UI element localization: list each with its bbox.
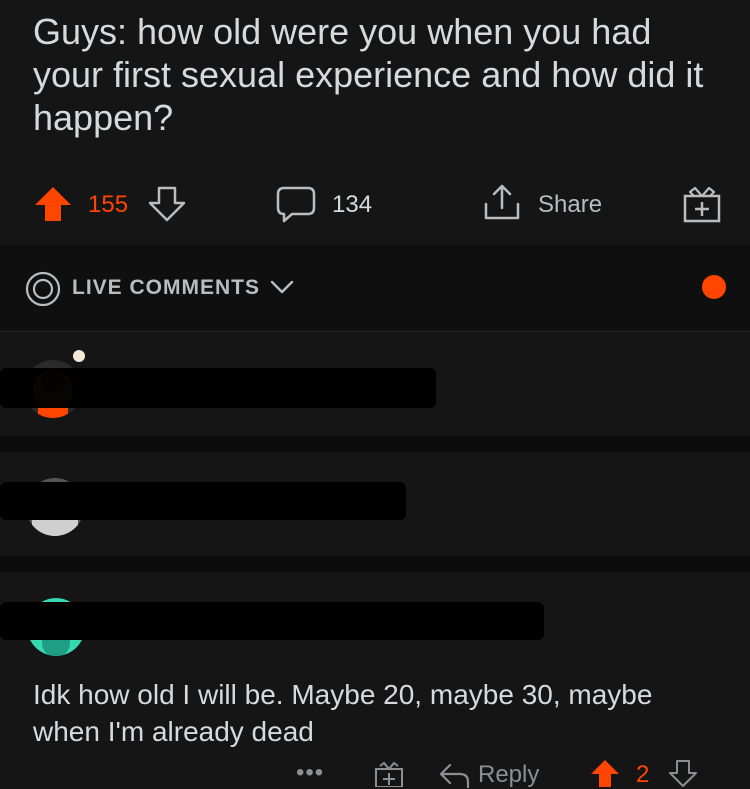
redacted-username: [0, 602, 544, 640]
upvote-count: 155: [88, 191, 129, 218]
chevron-down-icon[interactable]: [270, 279, 294, 295]
comment-upvote-button[interactable]: [590, 759, 620, 787]
comment-downvote-button[interactable]: [668, 759, 698, 787]
share-icon: [484, 184, 520, 220]
reply-arrow-icon: [439, 763, 470, 788]
live-icon: [25, 271, 61, 307]
comment-body: Idk how old I will be. Maybe 20, maybe 3…: [33, 679, 653, 747]
gift-award-icon: [683, 186, 721, 223]
gift-award-icon: [375, 761, 403, 787]
downvote-arrow-icon: [148, 186, 186, 222]
downvote-button[interactable]: [148, 186, 186, 222]
comment-item: [0, 452, 750, 556]
award-button[interactable]: [682, 184, 722, 224]
share-label[interactable]: Share: [538, 191, 602, 219]
comments-button[interactable]: [276, 186, 316, 224]
upvote-arrow-icon: [591, 760, 619, 787]
live-comments-label: LIVE COMMENTS: [72, 276, 261, 299]
share-button[interactable]: [482, 184, 522, 222]
upvote-arrow-icon: [35, 187, 71, 221]
comment-item: [0, 332, 750, 436]
comment-award-button[interactable]: [374, 761, 404, 787]
more-options-button[interactable]: •••: [296, 759, 324, 787]
upvote-button[interactable]: [34, 186, 72, 222]
redacted-username: [0, 482, 406, 520]
comment-separator: [0, 436, 750, 452]
post-title: Guys: how old were you when you had your…: [33, 11, 704, 138]
comment-actions-bar: ••• Reply 2: [0, 755, 750, 788]
live-indicator-dot: [702, 275, 726, 299]
comment-bubble-icon: [276, 186, 316, 223]
post-actions-bar: 155 134 Share: [0, 176, 750, 236]
comment-count: 134: [332, 191, 373, 218]
comment-separator: [0, 556, 750, 572]
live-comments-bar[interactable]: LIVE COMMENTS: [0, 245, 750, 332]
redacted-username: [0, 368, 436, 408]
downvote-arrow-icon: [669, 760, 697, 787]
online-status-icon: [73, 350, 85, 362]
